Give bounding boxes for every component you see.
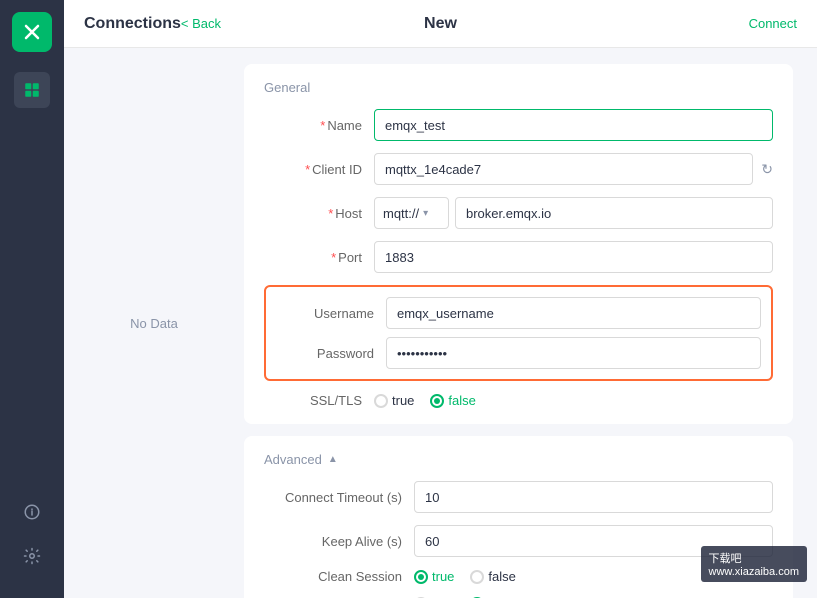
main-area: Connections < Back New Connect No Data G… xyxy=(64,0,817,598)
general-section: General *Name *Client ID ↻ xyxy=(244,64,793,424)
ssl-false-radio[interactable] xyxy=(430,394,444,408)
port-row: *Port xyxy=(264,241,773,273)
connect-button[interactable]: Connect xyxy=(749,16,797,31)
port-input[interactable] xyxy=(374,241,773,273)
back-button[interactable]: < Back xyxy=(181,16,221,31)
protocol-value: mqtt:// xyxy=(383,206,419,221)
ssl-true-label: true xyxy=(392,393,414,408)
host-required: * xyxy=(328,206,333,221)
name-input[interactable] xyxy=(374,109,773,141)
clean-true-label: true xyxy=(432,569,454,584)
info-icon xyxy=(23,503,41,521)
protocol-select[interactable]: mqtt:// ▾ xyxy=(374,197,449,229)
clientid-input[interactable] xyxy=(374,153,753,185)
clean-false-label: false xyxy=(488,569,515,584)
sidebar-item-info[interactable] xyxy=(14,494,50,530)
clean-session-row: Clean Session true false xyxy=(264,569,773,584)
timeout-input[interactable] xyxy=(414,481,773,513)
page-title: Connections xyxy=(84,15,181,33)
credentials-highlight-box: Username Password xyxy=(264,285,773,381)
clientid-input-group: ↻ xyxy=(374,153,773,185)
keepalive-row: Keep Alive (s) xyxy=(264,525,773,557)
watermark-url: www.xiazaiba.com xyxy=(709,566,799,578)
ssl-radio-group: true false xyxy=(374,393,476,408)
advanced-header[interactable]: Advanced ▲ xyxy=(264,452,773,467)
sidebar-item-settings[interactable] xyxy=(14,538,50,574)
password-label: Password xyxy=(276,346,386,361)
settings-icon xyxy=(23,547,41,565)
protocol-chevron: ▾ xyxy=(423,208,428,219)
content-area: No Data General *Name *Client ID xyxy=(64,48,817,598)
sidebar xyxy=(0,0,64,598)
clientid-required: * xyxy=(305,162,310,177)
password-input[interactable] xyxy=(386,337,761,369)
no-data-label: No Data xyxy=(130,316,178,331)
x-icon xyxy=(20,20,44,44)
username-row: Username xyxy=(276,297,761,329)
topbar: Connections < Back New Connect xyxy=(64,0,817,48)
general-title: General xyxy=(264,80,773,95)
name-row: *Name xyxy=(264,109,773,141)
ssl-false-label: false xyxy=(448,393,475,408)
name-required: * xyxy=(320,118,325,133)
ssl-true-radio[interactable] xyxy=(374,394,388,408)
form-area: General *Name *Client ID ↻ xyxy=(244,48,817,598)
sidebar-item-connections[interactable] xyxy=(14,72,50,108)
ssl-false-option[interactable]: false xyxy=(430,393,475,408)
ssl-true-option[interactable]: true xyxy=(374,393,414,408)
username-input[interactable] xyxy=(386,297,761,329)
host-row: *Host mqtt:// ▾ xyxy=(264,197,773,229)
clean-session-label: Clean Session xyxy=(264,569,414,584)
clean-false-option[interactable]: false xyxy=(470,569,515,584)
host-input[interactable] xyxy=(455,197,773,229)
timeout-row: Connect Timeout (s) xyxy=(264,481,773,513)
clean-true-radio[interactable] xyxy=(414,570,428,584)
watermark-text: 下载吧 xyxy=(709,553,742,565)
grid-icon xyxy=(23,81,41,99)
clean-false-radio[interactable] xyxy=(470,570,484,584)
port-required: * xyxy=(331,250,336,265)
port-label: *Port xyxy=(264,250,374,265)
host-label: *Host xyxy=(264,206,374,221)
left-panel: No Data xyxy=(64,48,244,598)
password-row: Password xyxy=(276,337,761,369)
ssl-label: SSL/TLS xyxy=(264,393,374,408)
clientid-label: *Client ID xyxy=(264,162,374,177)
username-label: Username xyxy=(276,306,386,321)
clientid-row: *Client ID ↻ xyxy=(264,153,773,185)
sidebar-logo[interactable] xyxy=(12,12,52,52)
clean-session-radio-group: true false xyxy=(414,569,516,584)
keepalive-label: Keep Alive (s) xyxy=(264,534,414,549)
clean-true-option[interactable]: true xyxy=(414,569,454,584)
advanced-title: Advanced xyxy=(264,452,322,467)
sidebar-bottom xyxy=(14,494,50,598)
watermark: 下载吧 www.xiazaiba.com xyxy=(701,546,807,582)
topbar-center-label: New xyxy=(424,15,457,33)
ssl-row: SSL/TLS true false xyxy=(264,393,773,408)
name-label: *Name xyxy=(264,118,374,133)
refresh-icon[interactable]: ↻ xyxy=(761,161,773,178)
timeout-label: Connect Timeout (s) xyxy=(264,490,414,505)
advanced-expand-icon: ▲ xyxy=(328,454,338,465)
host-input-group: mqtt:// ▾ xyxy=(374,197,773,229)
